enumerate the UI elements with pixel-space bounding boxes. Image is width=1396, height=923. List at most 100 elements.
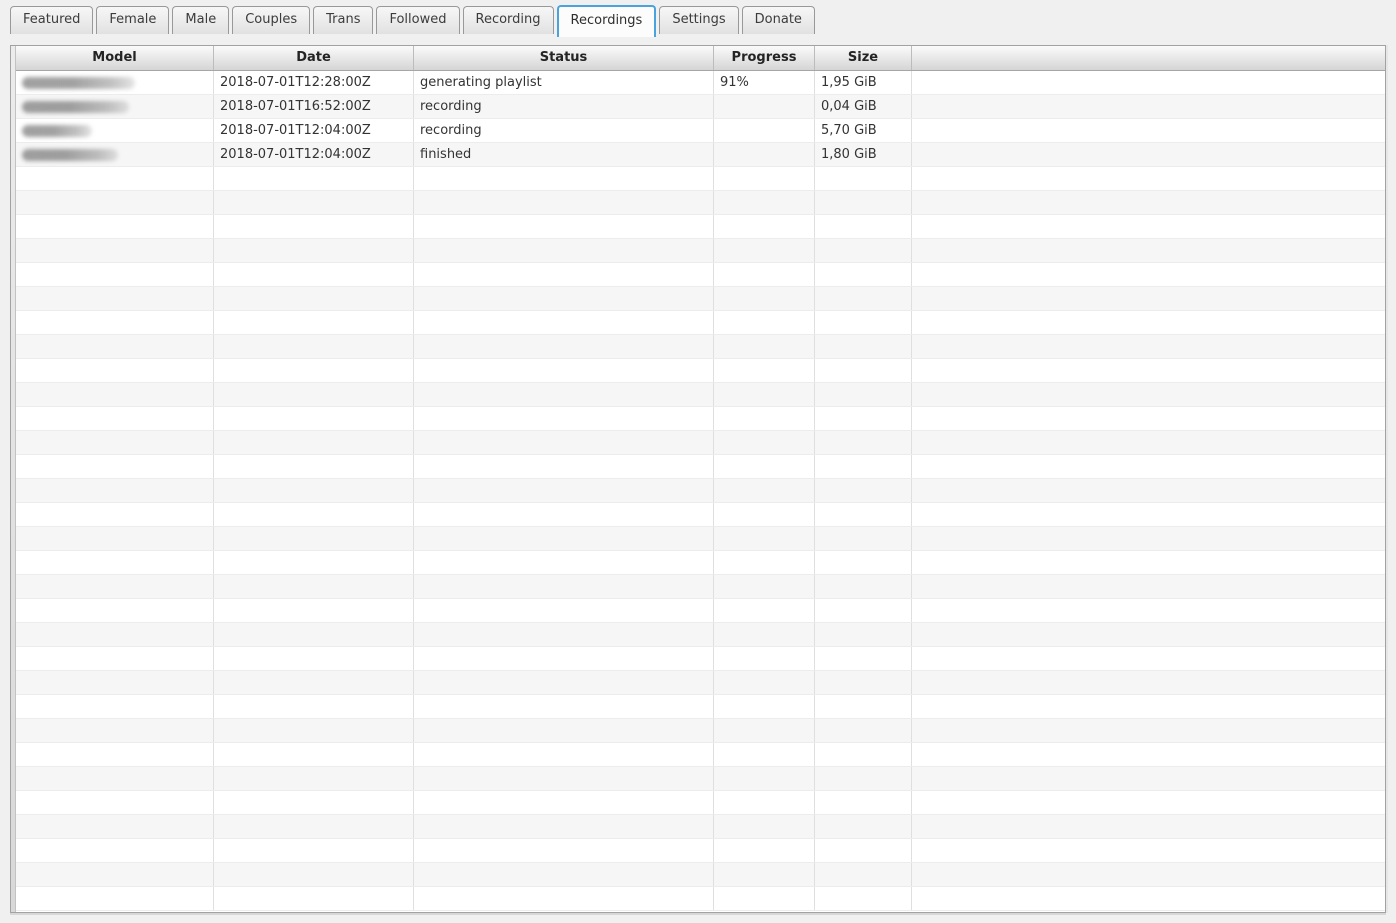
column-header-filler[interactable] <box>912 46 1385 70</box>
cell-model <box>16 503 214 526</box>
table-row-empty <box>16 335 1385 359</box>
cell-model <box>16 263 214 286</box>
cell-status: recording <box>414 119 714 142</box>
cell-size: 1,80 GiB <box>815 143 912 166</box>
cell-size <box>815 743 912 766</box>
table-row-empty <box>16 647 1385 671</box>
cell-progress <box>714 863 815 886</box>
cell-progress <box>714 383 815 406</box>
cell-progress <box>714 695 815 718</box>
table-row-empty <box>16 407 1385 431</box>
column-header-model[interactable]: Model <box>16 46 214 70</box>
tab-male[interactable]: Male <box>172 6 230 34</box>
cell-progress <box>714 527 815 550</box>
cell-date <box>214 503 414 526</box>
cell-date <box>214 311 414 334</box>
cell-progress <box>714 599 815 622</box>
cell-filler <box>912 623 1385 646</box>
table-body: 2018-07-01T12:28:00Z generating playlist 9… <box>16 71 1385 912</box>
table-row-empty <box>16 695 1385 719</box>
table-row-empty <box>16 767 1385 791</box>
table-row-empty <box>16 431 1385 455</box>
cell-status <box>414 551 714 574</box>
cell-progress <box>714 743 815 766</box>
table-row[interactable]: 2018-07-01T12:04:00Z recording 5,70 GiB <box>16 119 1385 143</box>
cell-progress <box>714 359 815 382</box>
tab-followed[interactable]: Followed <box>376 6 460 34</box>
cell-filler <box>912 839 1385 862</box>
cell-status <box>414 503 714 526</box>
cell-date <box>214 551 414 574</box>
cell-model <box>16 767 214 790</box>
cell-status <box>414 623 714 646</box>
cell-date <box>214 263 414 286</box>
cell-progress <box>714 191 815 214</box>
tab-female[interactable]: Female <box>96 6 170 34</box>
cell-date <box>214 695 414 718</box>
cell-progress <box>714 95 815 118</box>
cell-size: 5,70 GiB <box>815 119 912 142</box>
tab-recordings[interactable]: Recordings <box>556 5 657 37</box>
cell-filler <box>912 407 1385 430</box>
tab-recording[interactable]: Recording <box>462 6 554 34</box>
cell-progress <box>714 335 815 358</box>
cell-filler <box>912 383 1385 406</box>
cell-progress <box>714 407 815 430</box>
table-header-row: Model Date Status Progress Size <box>16 46 1385 71</box>
cell-size <box>815 167 912 190</box>
cell-model <box>16 287 214 310</box>
column-header-size[interactable]: Size <box>815 46 912 70</box>
cell-status <box>414 647 714 670</box>
tab-couples[interactable]: Couples <box>232 6 311 34</box>
cell-progress <box>714 767 815 790</box>
cell-model <box>16 743 214 766</box>
cell-model <box>16 407 214 430</box>
cell-filler <box>912 215 1385 238</box>
table-row-empty <box>16 575 1385 599</box>
cell-filler <box>912 167 1385 190</box>
cell-filler <box>912 719 1385 742</box>
cell-size <box>815 863 912 886</box>
cell-model <box>16 71 214 94</box>
cell-filler <box>912 287 1385 310</box>
cell-status: generating playlist <box>414 71 714 94</box>
cell-size <box>815 455 912 478</box>
cell-progress <box>714 575 815 598</box>
cell-model <box>16 647 214 670</box>
cell-progress <box>714 263 815 286</box>
table-row-empty <box>16 503 1385 527</box>
cell-size <box>815 215 912 238</box>
table-row-empty <box>16 719 1385 743</box>
cell-status <box>414 767 714 790</box>
cell-progress <box>714 431 815 454</box>
tab-donate[interactable]: Donate <box>741 6 815 34</box>
cell-model <box>16 623 214 646</box>
cell-date <box>214 743 414 766</box>
column-header-status[interactable]: Status <box>414 46 714 70</box>
cell-filler <box>912 71 1385 94</box>
cell-progress <box>714 887 815 910</box>
table-row-empty <box>16 815 1385 839</box>
table-row-empty <box>16 551 1385 575</box>
cell-model <box>16 839 214 862</box>
cell-status <box>414 839 714 862</box>
tab-settings[interactable]: Settings <box>659 6 739 34</box>
cell-model <box>16 335 214 358</box>
cell-size <box>815 311 912 334</box>
table-row[interactable]: 2018-07-01T12:04:00Z finished 1,80 GiB <box>16 143 1385 167</box>
column-header-date[interactable]: Date <box>214 46 414 70</box>
cell-date <box>214 287 414 310</box>
table-row[interactable]: 2018-07-01T12:28:00Z generating playlist 9… <box>16 71 1385 95</box>
cell-model <box>16 215 214 238</box>
table-row-empty <box>16 671 1385 695</box>
cell-date <box>214 647 414 670</box>
cell-filler <box>912 863 1385 886</box>
cell-filler <box>912 671 1385 694</box>
tab-featured[interactable]: Featured <box>10 6 94 34</box>
tab-trans[interactable]: Trans <box>313 6 374 34</box>
cell-filler <box>912 599 1385 622</box>
column-header-progress[interactable]: Progress <box>714 46 815 70</box>
cell-filler <box>912 95 1385 118</box>
cell-size <box>815 815 912 838</box>
table-row[interactable]: 2018-07-01T16:52:00Z recording 0,04 GiB <box>16 95 1385 119</box>
